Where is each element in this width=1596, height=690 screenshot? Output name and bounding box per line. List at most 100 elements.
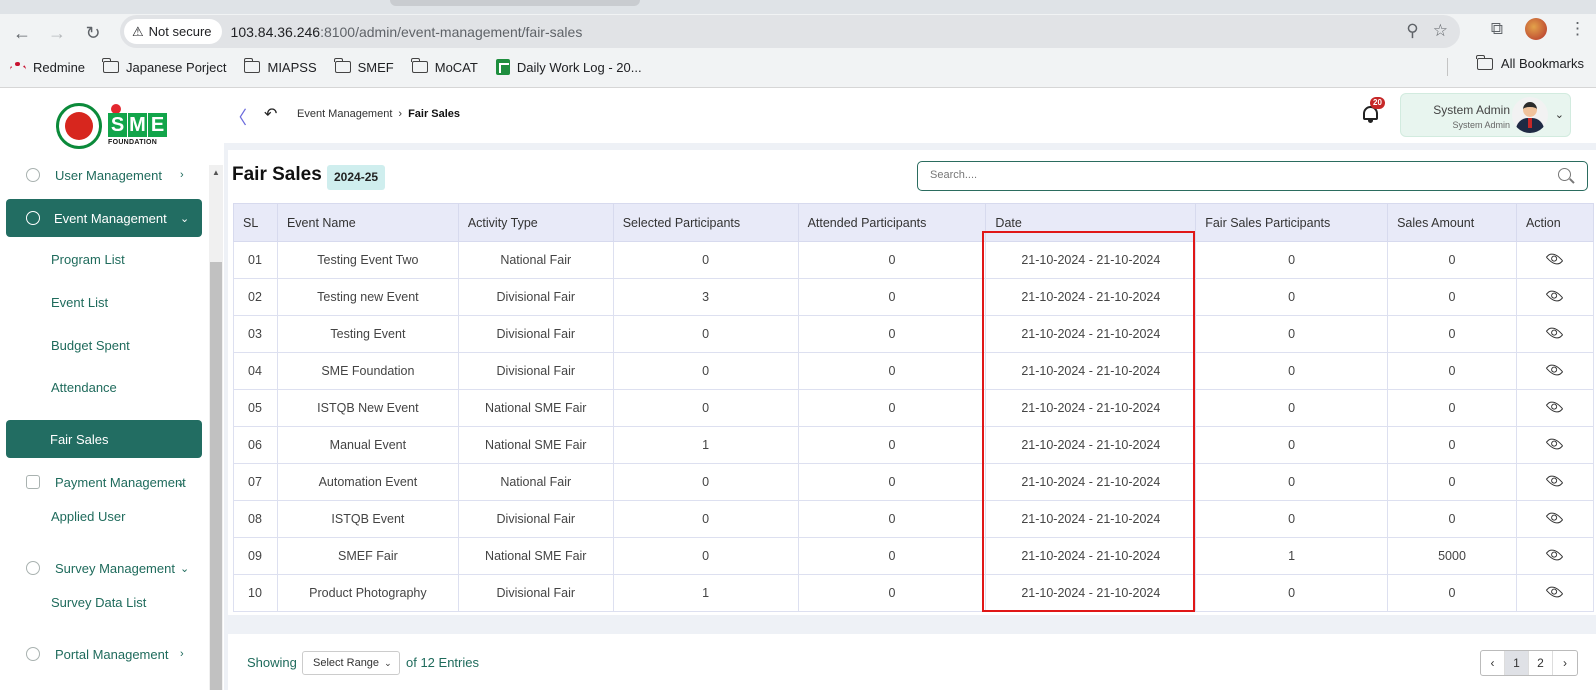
cell-name: Testing new Event <box>276 278 459 316</box>
cell-selected: 0 <box>612 352 799 390</box>
sidebar-item-budget-spent[interactable]: Budget Spent <box>51 338 130 353</box>
search-input[interactable] <box>930 162 1530 188</box>
breadcrumb-current: Fair Sales <box>408 108 461 120</box>
back-arrow-icon[interactable]: ← <box>9 20 35 46</box>
sme-foundation-logo[interactable]: SME FOUNDATION <box>56 101 176 149</box>
bookmark-folder[interactable]: SMEF <box>334 58 394 75</box>
cell-sl: 03 <box>233 315 278 353</box>
cell-sl: 08 <box>233 500 278 538</box>
cell-type: Divisional Fair <box>457 352 614 390</box>
table-row: 05 ISTQB New Event National SME Fair 0 0 21-1… <box>233 389 1595 427</box>
sidebar-item-survey-management[interactable]: Survey Management ⌄ <box>0 549 203 587</box>
collapse-sidebar-icon[interactable]: 〈 <box>229 104 247 130</box>
security-chip[interactable]: ⚠ Not secure <box>124 19 222 44</box>
cell-date: 21-10-2024 - 21-10-2024 <box>985 500 1197 538</box>
active-tab[interactable] <box>390 0 640 6</box>
address-bar[interactable]: ⚠ Not secure 103.84.36.246:8100/admin/ev… <box>120 15 1460 48</box>
entries-count: of 12 Entries <box>406 655 479 670</box>
page-button[interactable]: 2 <box>1529 651 1553 675</box>
bookmark-folder[interactable]: Japanese Porject <box>102 58 227 75</box>
cell-selected: 1 <box>612 574 799 612</box>
eye-icon[interactable] <box>1546 250 1564 268</box>
scroll-up-icon[interactable]: ▲ <box>212 168 220 177</box>
eye-icon[interactable] <box>1546 472 1564 490</box>
sidebar-item-label: Event Management <box>54 210 167 226</box>
bookmark-daily-log[interactable]: Daily Work Log - 20... <box>495 59 642 75</box>
prev-page-icon[interactable]: ‹ <box>1481 651 1505 675</box>
cell-date: 21-10-2024 - 21-10-2024 <box>985 241 1197 279</box>
chevron-right-icon: › <box>398 108 403 120</box>
forward-arrow-icon[interactable]: → <box>44 20 70 46</box>
bookmark-folder[interactable]: MoCAT <box>411 58 478 75</box>
cell-fair: 1 <box>1195 537 1389 575</box>
next-page-icon[interactable]: › <box>1553 651 1577 675</box>
cell-action <box>1515 241 1595 279</box>
sidebar-item-program-list[interactable]: Program List <box>51 252 125 267</box>
all-bookmarks-button[interactable]: All Bookmarks <box>1476 54 1584 71</box>
sidebar-item-fair-sales[interactable]: Fair Sales <box>6 420 202 458</box>
sidebar-item-user-management[interactable]: User Management › <box>0 165 203 194</box>
zoom-icon[interactable]: ⚲ <box>1406 21 1418 41</box>
extensions-icon[interactable]: ⧉ <box>1491 19 1503 39</box>
bookmark-folder[interactable]: MIAPSS <box>243 58 317 75</box>
sidebar-item-survey-data-list[interactable]: Survey Data List <box>51 595 146 610</box>
cell-name: ISTQB Event <box>276 500 459 538</box>
cell-action <box>1515 315 1595 353</box>
cell-selected: 0 <box>612 463 799 501</box>
cell-amount: 0 <box>1387 574 1517 612</box>
scrollbar-thumb[interactable] <box>210 262 222 690</box>
warning-triangle-icon: ⚠ <box>132 23 144 39</box>
breadcrumb-event-management[interactable]: Event Management <box>297 108 392 120</box>
browser-menu-icon[interactable]: ⋮ <box>1569 19 1586 39</box>
cell-action <box>1515 537 1595 575</box>
eye-icon[interactable] <box>1546 287 1564 305</box>
page-button[interactable]: 1 <box>1505 651 1529 675</box>
cell-sl: 10 <box>233 574 278 612</box>
eye-icon[interactable] <box>1546 361 1564 379</box>
bookmark-label: Japanese Porject <box>126 59 227 75</box>
bookmark-redmine[interactable]: Redmine <box>10 60 85 75</box>
cell-selected: 0 <box>612 241 799 279</box>
back-icon[interactable]: ↶ <box>264 104 277 124</box>
range-select[interactable]: Select Range ⌄ <box>302 651 400 675</box>
cell-date: 21-10-2024 - 21-10-2024 <box>985 315 1197 353</box>
sidebar-item-portal-management[interactable]: Portal Management › <box>0 635 203 673</box>
sidebar-item-event-list[interactable]: Event List <box>51 295 108 310</box>
cell-fair: 0 <box>1195 315 1389 353</box>
folder-icon <box>102 58 120 73</box>
cell-sl: 09 <box>233 537 278 575</box>
logo-letter: E <box>148 113 167 137</box>
sidebar-item-applied-user[interactable]: Applied User <box>51 509 125 524</box>
sidebar-item-attendance[interactable]: Attendance <box>51 380 117 395</box>
cell-type: Divisional Fair <box>457 315 614 353</box>
eye-icon[interactable] <box>1546 509 1564 527</box>
logo-letter: S <box>108 113 127 137</box>
all-bookmarks-label: All Bookmarks <box>1500 56 1584 71</box>
eye-icon[interactable] <box>1546 546 1564 564</box>
chevron-down-icon: ⌄ <box>1554 109 1564 121</box>
profile-avatar[interactable] <box>1525 18 1547 40</box>
bookmark-star-icon[interactable]: ☆ <box>1433 21 1448 41</box>
cell-date: 21-10-2024 - 21-10-2024 <box>985 352 1197 390</box>
user-menu[interactable]: System Admin System Admin ⌄ <box>1400 93 1571 137</box>
column-header: Activity Type <box>457 203 614 242</box>
logo-wordmark: SME <box>108 113 167 137</box>
sidebar-item-payment-management[interactable]: Payment Management ⌄ <box>0 463 203 501</box>
chevron-down-icon: ⌄ <box>180 562 190 575</box>
cell-amount: 5000 <box>1387 537 1517 575</box>
search-box[interactable] <box>917 161 1588 191</box>
column-header: Fair Sales Participants <box>1195 203 1389 242</box>
eye-icon[interactable] <box>1546 398 1564 416</box>
sidebar-item-event-management[interactable]: Event Management ⌄ <box>6 199 202 237</box>
sidebar: User Management › Event Management ⌄ Pro… <box>0 165 210 690</box>
cell-selected: 0 <box>612 315 799 353</box>
cell-type: Divisional Fair <box>457 278 614 316</box>
cell-sl: 05 <box>233 389 278 427</box>
search-icon[interactable] <box>1558 168 1571 181</box>
eye-icon[interactable] <box>1546 324 1564 342</box>
eye-icon[interactable] <box>1546 435 1564 453</box>
url-text[interactable]: 103.84.36.246:8100/admin/event-managemen… <box>231 24 583 40</box>
eye-icon[interactable] <box>1546 583 1564 601</box>
bookmark-label: MIAPSS <box>267 59 317 75</box>
reload-icon[interactable]: ↻ <box>80 20 106 46</box>
